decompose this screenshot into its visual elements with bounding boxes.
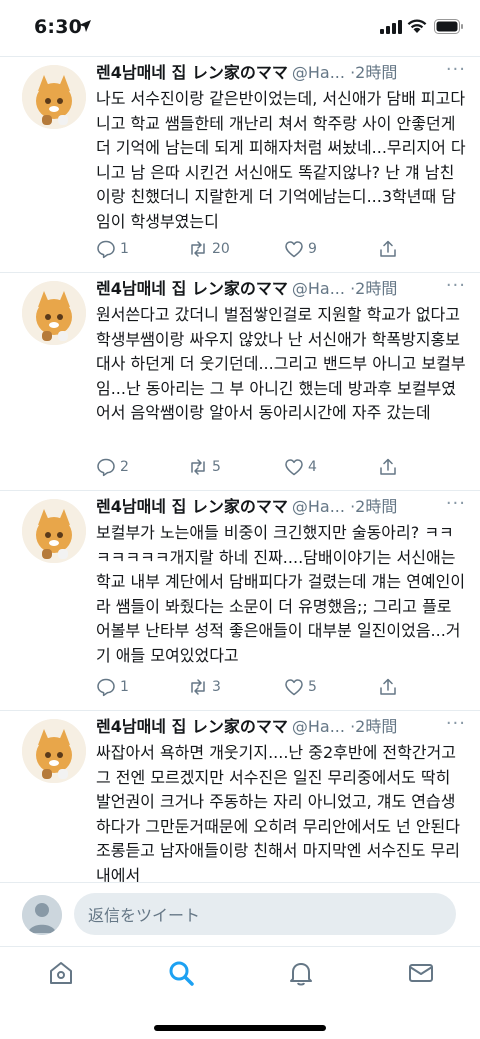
like-button[interactable]: 9 [284, 237, 317, 261]
avatar[interactable] [22, 65, 86, 129]
retweet-button[interactable]: 5 [188, 455, 221, 479]
author-handle: @Ha... [291, 497, 345, 516]
wifi-icon [407, 19, 427, 33]
more-options-icon[interactable]: ··· [446, 59, 466, 80]
share-icon [380, 458, 396, 475]
more-options-icon[interactable]: ··· [446, 275, 466, 296]
reply-count: 1 [120, 241, 129, 257]
tweet-header: 렌4남매네 집 レン家のママ @Ha... ·2時間 ··· [96, 275, 466, 301]
author-name[interactable]: 렌4남매네 집 レン家のママ [96, 63, 288, 82]
share-button[interactable] [378, 675, 398, 699]
messages-icon[interactable] [407, 959, 435, 987]
reply-composer-bar: 返信をツイート [0, 882, 480, 946]
reply-count: 1 [120, 679, 129, 695]
author-handle: @Ha... [291, 717, 345, 736]
reply-button[interactable]: 1 [96, 675, 129, 699]
retweet-count: 3 [212, 679, 221, 695]
retweet-icon [191, 679, 205, 695]
tweet-text: 싸잡아서 욕하면 개웃기지....난 중2후반에 전학간거고 그 전엔 모르겠지… [96, 743, 460, 885]
author-handle: @Ha... [291, 279, 345, 298]
tweet-header: 렌4남매네 집 レン家のママ @Ha... ·2時間 ··· [96, 713, 466, 739]
user-avatar[interactable] [22, 895, 62, 935]
tweet-header: 렌4남매네 집 レン家のママ @Ha... ·2時間 ··· [96, 493, 466, 519]
tweet-text: 나도 서수진이랑 같은반이었는데, 서신애가 담배 피고다니고 학교 쌤들한테 … [96, 89, 466, 231]
tweet-time[interactable]: 2時間 [355, 717, 397, 736]
home-indicator[interactable] [154, 1025, 326, 1031]
tweet-text: 보컬부가 노는애들 비중이 크긴했지만 술동아리? ㅋㅋㅋㅋㅋㅋㅋ개지랄 하네 … [96, 523, 466, 665]
share-icon [380, 678, 396, 695]
retweet-button[interactable]: 20 [188, 237, 230, 261]
share-icon [380, 240, 396, 257]
tweet-item[interactable]: 렌4남매네 집 レン家のママ @Ha... ·2時間 ··· 싸잡아서 욕하면 개… [0, 710, 480, 890]
author-name[interactable]: 렌4남매네 집 レン家のママ [96, 497, 288, 516]
tweet-item[interactable]: 렌4남매네 집 レン家のママ @Ha... ·2時間 ··· 나도 서수진이랑 같… [0, 56, 480, 272]
location-arrow-icon [79, 20, 91, 32]
tweet-item[interactable]: 렌4남매네 집 レン家のママ @Ha... ·2時間 ··· 원서쓴다고 갔더니 … [0, 272, 480, 490]
notifications-icon[interactable] [287, 959, 315, 987]
battery-icon [434, 19, 463, 34]
status-time: 6:30 [34, 16, 83, 38]
heart-icon [285, 459, 303, 476]
like-count: 4 [308, 459, 317, 475]
default-avatar-icon [22, 895, 62, 935]
avatar[interactable] [22, 499, 86, 563]
more-options-icon[interactable]: ··· [446, 713, 466, 734]
share-button[interactable] [378, 455, 398, 479]
home-icon[interactable] [47, 959, 75, 987]
like-count: 5 [308, 679, 317, 695]
cellular-signal-icon [380, 20, 402, 34]
author-name[interactable]: 렌4남매네 집 レン家のママ [96, 717, 288, 736]
tweet-time[interactable]: 2時間 [355, 279, 397, 298]
reply-input[interactable]: 返信をツイート [74, 893, 456, 935]
avatar[interactable] [22, 281, 86, 345]
tweet-text: 원서쓴다고 갔더니 벌점쌓인걸로 지원할 학교가 없다고 학생부쌤이랑 싸우지 … [96, 305, 466, 422]
retweet-button[interactable]: 3 [188, 675, 221, 699]
tweet-actions: 2 5 4 [96, 455, 406, 479]
author-name[interactable]: 렌4남매네 집 レン家のママ [96, 279, 288, 298]
retweet-count: 5 [212, 459, 221, 475]
retweet-count: 20 [212, 241, 230, 257]
more-options-icon[interactable]: ··· [446, 493, 466, 514]
avatar[interactable] [22, 719, 86, 783]
tweet-item[interactable]: 렌4남매네 집 レン家のママ @Ha... ·2時間 ··· 보컬부가 노는애들 … [0, 490, 480, 710]
search-icon[interactable] [167, 959, 195, 987]
tweet-time[interactable]: 2時間 [355, 63, 397, 82]
reply-icon [97, 240, 115, 259]
retweet-icon [191, 459, 205, 475]
like-count: 9 [308, 241, 317, 257]
reply-icon [97, 678, 115, 697]
reply-icon [97, 458, 115, 477]
heart-icon [285, 679, 303, 696]
reply-button[interactable]: 2 [96, 455, 129, 479]
share-button[interactable] [378, 237, 398, 261]
bottom-tab-bar [0, 946, 480, 1039]
status-bar: 6:30 [0, 0, 480, 56]
retweet-icon [191, 241, 205, 257]
tweet-actions: 1 20 9 [96, 237, 406, 261]
reply-count: 2 [120, 459, 129, 475]
heart-icon [285, 241, 303, 258]
like-button[interactable]: 5 [284, 675, 317, 699]
tweet-actions: 1 3 5 [96, 675, 406, 699]
tweet-thread-screen: 6:30 렌4남매네 집 レン家のママ @Ha... ·2時間 ··· 나도 서… [0, 0, 480, 1039]
author-handle: @Ha... [291, 63, 345, 82]
like-button[interactable]: 4 [284, 455, 317, 479]
reply-button[interactable]: 1 [96, 237, 129, 261]
tweet-time[interactable]: 2時間 [355, 497, 397, 516]
tweet-header: 렌4남매네 집 レン家のママ @Ha... ·2時間 ··· [96, 59, 466, 85]
